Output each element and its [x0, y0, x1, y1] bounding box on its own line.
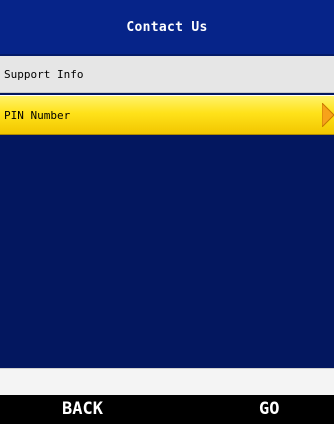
phone-screen: Contact Us Support Info PIN Number BACK …	[0, 0, 334, 424]
menu-item-label: Support Info	[4, 67, 84, 81]
page-title: Contact Us	[126, 19, 208, 35]
status-strip	[0, 368, 334, 395]
arrow-right-icon	[322, 103, 334, 127]
menu-item-support-info[interactable]: Support Info	[0, 56, 334, 93]
menu-item-pin-number[interactable]: PIN Number	[0, 95, 334, 135]
back-button[interactable]: BACK	[62, 395, 103, 424]
content-area	[0, 136, 334, 368]
go-button[interactable]: GO	[259, 395, 279, 424]
menu-item-label: PIN Number	[4, 108, 71, 122]
title-bar: Contact Us	[0, 0, 334, 56]
softkey-bar: BACK GO	[0, 395, 334, 424]
